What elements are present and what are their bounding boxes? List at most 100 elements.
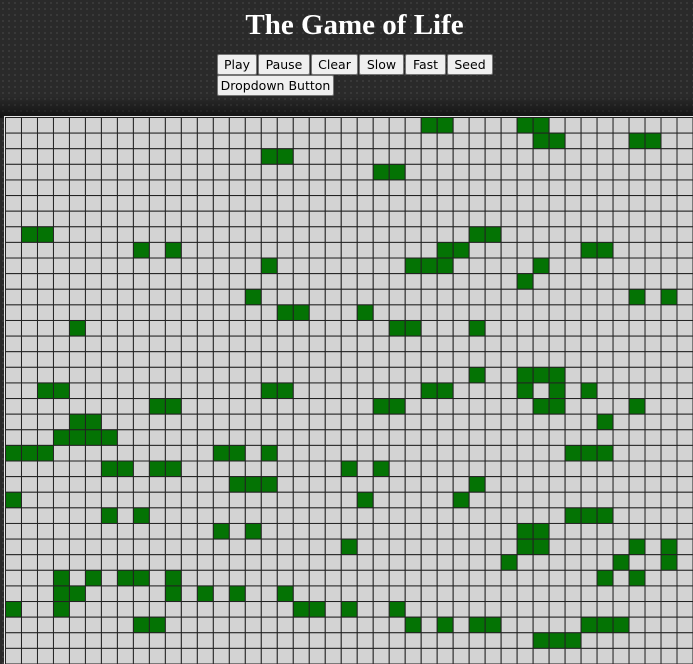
dead-cell[interactable] <box>676 351 693 368</box>
dead-cell[interactable] <box>196 522 214 540</box>
dead-cell[interactable] <box>404 476 422 493</box>
dead-cell[interactable] <box>516 351 534 368</box>
dead-cell[interactable] <box>628 163 646 181</box>
dead-cell[interactable] <box>596 538 614 556</box>
dead-cell[interactable] <box>612 522 630 540</box>
dead-cell[interactable] <box>500 319 518 337</box>
live-cell[interactable] <box>564 632 582 649</box>
dead-cell[interactable] <box>628 554 646 571</box>
dead-cell[interactable] <box>100 444 118 462</box>
live-cell[interactable] <box>580 444 598 462</box>
dead-cell[interactable] <box>244 538 262 556</box>
dead-cell[interactable] <box>308 507 326 524</box>
dead-cell[interactable] <box>420 647 438 664</box>
clear-button[interactable]: Clear <box>311 54 358 75</box>
dead-cell[interactable] <box>420 413 438 431</box>
dead-cell[interactable] <box>36 148 54 165</box>
dead-cell[interactable] <box>596 382 614 400</box>
dead-cell[interactable] <box>116 241 134 259</box>
dead-cell[interactable] <box>452 476 470 493</box>
live-cell[interactable] <box>132 241 150 259</box>
dead-cell[interactable] <box>660 195 678 212</box>
dead-cell[interactable] <box>500 647 518 664</box>
dead-cell[interactable] <box>164 538 182 556</box>
dead-cell[interactable] <box>660 476 678 493</box>
dead-cell[interactable] <box>148 444 166 462</box>
live-cell[interactable] <box>260 257 278 275</box>
dead-cell[interactable] <box>564 117 582 134</box>
dead-cell[interactable] <box>468 585 486 603</box>
dead-cell[interactable] <box>84 273 102 290</box>
dead-cell[interactable] <box>388 288 406 306</box>
live-cell[interactable] <box>420 257 438 275</box>
live-cell[interactable] <box>244 288 262 306</box>
dead-cell[interactable] <box>340 148 358 165</box>
dead-cell[interactable] <box>228 179 246 197</box>
dead-cell[interactable] <box>116 413 134 431</box>
dead-cell[interactable] <box>292 210 310 228</box>
dead-cell[interactable] <box>356 398 374 415</box>
dead-cell[interactable] <box>452 273 470 290</box>
dead-cell[interactable] <box>436 476 454 493</box>
dead-cell[interactable] <box>564 226 582 243</box>
live-cell[interactable] <box>52 429 70 446</box>
dead-cell[interactable] <box>84 117 102 134</box>
dead-cell[interactable] <box>68 476 86 493</box>
dead-cell[interactable] <box>564 647 582 664</box>
dead-cell[interactable] <box>612 647 630 664</box>
live-cell[interactable] <box>436 257 454 275</box>
slow-button[interactable]: Slow <box>359 54 404 75</box>
dead-cell[interactable] <box>356 257 374 275</box>
dead-cell[interactable] <box>484 460 502 478</box>
dead-cell[interactable] <box>676 163 693 181</box>
dead-cell[interactable] <box>116 257 134 275</box>
dead-cell[interactable] <box>36 179 54 197</box>
dead-cell[interactable] <box>84 522 102 540</box>
dead-cell[interactable] <box>20 132 38 150</box>
dead-cell[interactable] <box>388 507 406 524</box>
dead-cell[interactable] <box>484 398 502 415</box>
dead-cell[interactable] <box>500 335 518 353</box>
dead-cell[interactable] <box>212 351 230 368</box>
dead-cell[interactable] <box>196 117 214 134</box>
dead-cell[interactable] <box>436 319 454 337</box>
dead-cell[interactable] <box>244 351 262 368</box>
dead-cell[interactable] <box>500 288 518 306</box>
dead-cell[interactable] <box>596 632 614 649</box>
dead-cell[interactable] <box>292 554 310 571</box>
dead-cell[interactable] <box>84 616 102 634</box>
dead-cell[interactable] <box>420 616 438 634</box>
dead-cell[interactable] <box>164 382 182 400</box>
live-cell[interactable] <box>468 476 486 493</box>
live-cell[interactable] <box>468 319 486 337</box>
dead-cell[interactable] <box>372 382 390 400</box>
dead-cell[interactable] <box>308 491 326 509</box>
dead-cell[interactable] <box>372 117 390 134</box>
dead-cell[interactable] <box>548 616 566 634</box>
dead-cell[interactable] <box>516 616 534 634</box>
dead-cell[interactable] <box>564 319 582 337</box>
dead-cell[interactable] <box>564 273 582 290</box>
dead-cell[interactable] <box>100 195 118 212</box>
dead-cell[interactable] <box>484 304 502 321</box>
dead-cell[interactable] <box>180 319 198 337</box>
dead-cell[interactable] <box>68 616 86 634</box>
dead-cell[interactable] <box>660 210 678 228</box>
dead-cell[interactable] <box>404 273 422 290</box>
dead-cell[interactable] <box>420 632 438 649</box>
dead-cell[interactable] <box>596 398 614 415</box>
dead-cell[interactable] <box>452 507 470 524</box>
dead-cell[interactable] <box>388 257 406 275</box>
dead-cell[interactable] <box>644 585 662 603</box>
dead-cell[interactable] <box>20 460 38 478</box>
dead-cell[interactable] <box>84 507 102 524</box>
dead-cell[interactable] <box>516 304 534 321</box>
dead-cell[interactable] <box>372 319 390 337</box>
dead-cell[interactable] <box>660 382 678 400</box>
dropdown-button[interactable]: Dropdown Button <box>217 75 334 96</box>
dead-cell[interactable] <box>580 522 598 540</box>
dead-cell[interactable] <box>68 241 86 259</box>
dead-cell[interactable] <box>420 554 438 571</box>
dead-cell[interactable] <box>500 585 518 603</box>
dead-cell[interactable] <box>116 273 134 290</box>
